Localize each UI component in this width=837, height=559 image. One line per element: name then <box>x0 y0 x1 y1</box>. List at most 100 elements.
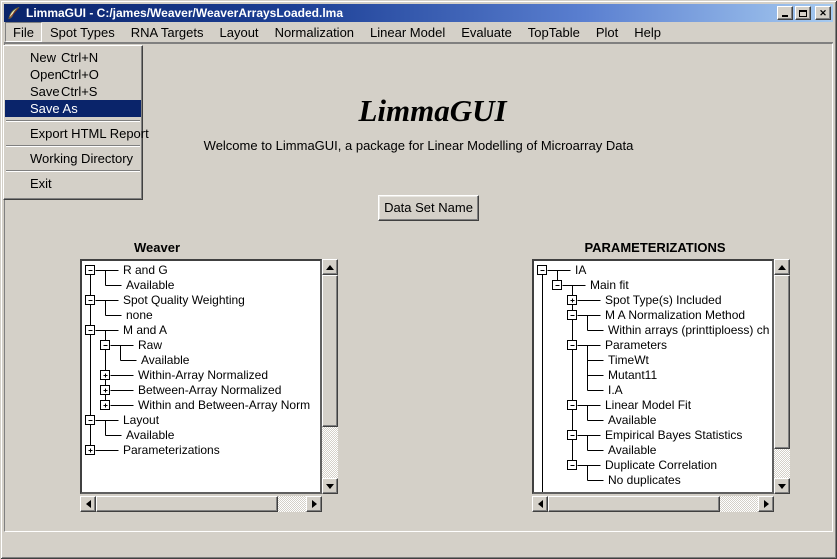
minimize-icon <box>782 15 788 17</box>
vertical-scroll-thumb[interactable] <box>774 275 790 449</box>
tree-node-label[interactable]: M and A <box>123 323 167 337</box>
menu-bar: FileSpot TypesRNA TargetsLayoutNormaliza… <box>4 22 833 43</box>
scroll-right-button[interactable] <box>758 496 774 512</box>
tree-node-label[interactable]: Layout <box>123 413 160 427</box>
menu-separator <box>6 120 140 122</box>
tree-node-label[interactable]: Within and Between-Array Norm <box>138 398 310 412</box>
menu-item-label: Open <box>30 67 62 82</box>
arrow-down-icon <box>778 484 786 489</box>
file-menu-popup: New Ctrl+NOpenCtrl+OSaveCtrl+SSave As Expo… <box>3 45 143 200</box>
tree-node-label[interactable]: none <box>126 308 153 322</box>
scroll-up-button[interactable] <box>322 259 338 275</box>
menu-item-accelerator: Ctrl+O <box>61 66 99 83</box>
horizontal-scroll-thumb[interactable] <box>96 496 278 512</box>
tree-node-label[interactable]: Within-Array Normalized <box>138 368 268 382</box>
scroll-left-button[interactable] <box>80 496 96 512</box>
scroll-left-button[interactable] <box>532 496 548 512</box>
close-button[interactable]: ✕ <box>815 6 831 20</box>
tree-node-label[interactable]: Duplicate Correlation <box>605 458 717 472</box>
left-tree-view: R and GAvailableSpot Quality Weightingno… <box>80 259 322 494</box>
tree-node-label[interactable]: Available <box>126 428 175 442</box>
menu-separator <box>6 145 140 147</box>
menubar-item-file[interactable]: File <box>5 22 42 42</box>
tree-node-label[interactable]: Available <box>141 353 190 367</box>
maximize-button[interactable] <box>795 6 811 20</box>
tree-node-label[interactable]: Mutant11 <box>608 368 657 382</box>
menubar-item-toptable[interactable]: TopTable <box>520 22 588 42</box>
tree-node-label[interactable]: Main fit <box>590 278 629 292</box>
tree-node-label[interactable]: Spot Quality Weighting <box>123 293 245 307</box>
menu-item-label: Export HTML Report <box>30 126 149 141</box>
left-tree-horizontal-scrollbar[interactable] <box>80 496 322 512</box>
menubar-item-plot[interactable]: Plot <box>588 22 626 42</box>
right-tree-vertical-scrollbar[interactable] <box>774 259 790 494</box>
left-tree-vertical-scrollbar[interactable] <box>322 259 338 494</box>
menu-item-label: Save As <box>30 101 78 116</box>
tree-node-label[interactable]: TimeWt <box>608 353 650 367</box>
tree-node-label[interactable]: Linear Model Fit <box>605 398 692 412</box>
menubar-item-help[interactable]: Help <box>626 22 669 42</box>
scroll-up-button[interactable] <box>774 259 790 275</box>
arrow-left-icon <box>538 500 543 508</box>
arrow-right-icon <box>764 500 769 508</box>
menubar-item-linear-model[interactable]: Linear Model <box>362 22 453 42</box>
arrow-up-icon <box>778 265 786 270</box>
tree-node-label[interactable]: I.A <box>608 383 623 397</box>
menu-item-accelerator: Ctrl+S <box>61 83 97 100</box>
arrow-up-icon <box>326 265 334 270</box>
tree-node-label[interactable]: Available <box>608 443 657 457</box>
left-tree-title: Weaver <box>97 240 217 255</box>
data-set-name-button[interactable]: Data Set Name <box>378 195 479 221</box>
file-menu-item-exit[interactable]: Exit <box>5 175 141 192</box>
right-tree-panel: IA Main fitSpot Type(s) IncludedM A Norma… <box>532 259 790 510</box>
minimize-button[interactable] <box>777 6 793 20</box>
tree-node-label[interactable]: R and G <box>123 263 168 277</box>
horizontal-scroll-thumb[interactable] <box>548 496 720 512</box>
scroll-down-button[interactable] <box>322 478 338 494</box>
file-menu-item-export-html-report[interactable]: Export HTML Report <box>5 125 141 142</box>
menu-item-label: New <box>30 50 56 65</box>
scroll-down-button[interactable] <box>774 478 790 494</box>
right-tree-title: PARAMETERIZATIONS <box>532 240 778 255</box>
menu-item-accelerator: Ctrl+N <box>61 49 98 66</box>
file-menu-item-save-as[interactable]: Save As <box>5 100 141 117</box>
tree-node-label[interactable]: Available <box>126 278 175 292</box>
tk-feather-icon <box>6 6 22 21</box>
tree-node-label[interactable]: Raw <box>138 338 162 352</box>
menu-item-label: Exit <box>30 176 52 191</box>
menu-separator <box>6 170 140 172</box>
arrow-down-icon <box>326 484 334 489</box>
right-tree-horizontal-scrollbar[interactable] <box>532 496 774 512</box>
right-tree-view: IA Main fitSpot Type(s) IncludedM A Norma… <box>532 259 774 494</box>
menu-item-label: Working Directory <box>30 151 133 166</box>
tree-node-label[interactable]: IA <box>575 263 586 277</box>
menu-item-label: Save <box>30 84 60 99</box>
tree-node-label[interactable]: Parameterizations <box>123 443 220 457</box>
menubar-item-normalization[interactable]: Normalization <box>267 22 362 42</box>
close-icon: ✕ <box>819 8 827 18</box>
vertical-scroll-thumb[interactable] <box>322 275 338 427</box>
tree-node-label[interactable]: M A Normalization Method <box>605 308 745 322</box>
menubar-item-evaluate[interactable]: Evaluate <box>453 22 520 42</box>
tree-node-label[interactable]: Empirical Bayes Statistics <box>605 428 742 442</box>
scroll-right-button[interactable] <box>306 496 322 512</box>
maximize-icon <box>799 10 807 17</box>
title-bar: LimmaGUI - C:/james/Weaver/WeaverArraysL… <box>4 4 833 22</box>
menubar-item-rna-targets[interactable]: RNA Targets <box>123 22 212 42</box>
arrow-left-icon <box>86 500 91 508</box>
tree-node-label[interactable]: No duplicates <box>608 473 681 487</box>
tree-node-label[interactable]: Between-Array Normalized <box>138 383 281 397</box>
tree-node-label[interactable]: Parameters <box>605 338 667 352</box>
menubar-item-layout[interactable]: Layout <box>212 22 267 42</box>
file-menu-item-new[interactable]: New Ctrl+N <box>5 49 141 66</box>
file-menu-item-working-directory[interactable]: Working Directory <box>5 150 141 167</box>
menubar-item-spot-types[interactable]: Spot Types <box>42 22 123 42</box>
tree-node-label[interactable]: Within arrays (printtiploess) ch <box>608 323 769 337</box>
arrow-right-icon <box>312 500 317 508</box>
file-menu-item-open[interactable]: OpenCtrl+O <box>5 66 141 83</box>
tree-node-label[interactable]: Spot Type(s) Included <box>605 293 722 307</box>
window-title: LimmaGUI - C:/james/Weaver/WeaverArraysL… <box>26 4 775 22</box>
tree-node-label[interactable]: Available <box>608 413 657 427</box>
application-window: LimmaGUI - C:/james/Weaver/WeaverArraysL… <box>0 0 837 559</box>
file-menu-item-save[interactable]: SaveCtrl+S <box>5 83 141 100</box>
